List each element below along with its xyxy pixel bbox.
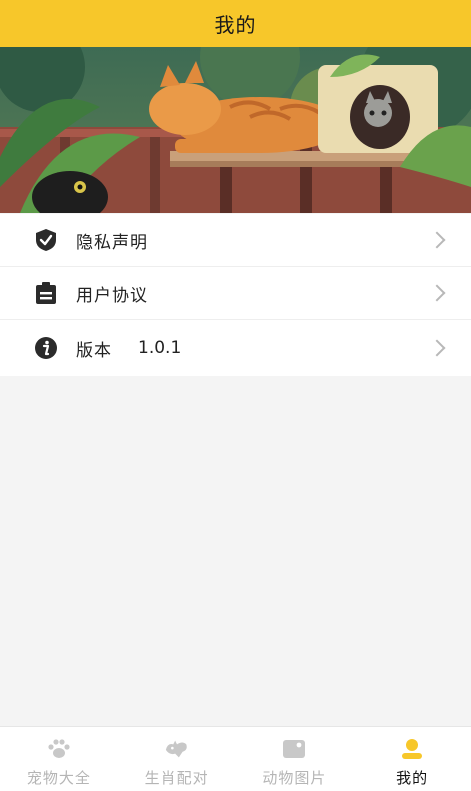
info-icon: [34, 336, 58, 360]
tab-label: 生肖配对: [144, 769, 209, 787]
menu-item-privacy[interactable]: 隐私声明: [0, 214, 471, 267]
tab-label: 动物图片: [262, 769, 327, 787]
page-title: 我的: [214, 13, 257, 37]
user-icon: [399, 737, 425, 761]
top-bar: 我的: [0, 0, 471, 47]
chevron-right-icon: [428, 284, 446, 302]
tab-animal-pictures[interactable]: 动物图片: [236, 727, 354, 791]
chevron-right-icon: [428, 231, 446, 249]
menu-item-label: 用户协议: [76, 285, 148, 306]
shield-check-icon: [34, 228, 58, 252]
menu-item-label: 隐私声明: [76, 232, 148, 253]
version-number: 1.0.1: [138, 338, 182, 358]
chevron-right-icon: [428, 339, 446, 357]
banner-image: [0, 47, 471, 213]
paw-icon: [46, 737, 72, 761]
picture-icon: [281, 737, 307, 761]
tab-mine[interactable]: 我的: [353, 727, 471, 791]
cat-illustration: [0, 47, 471, 213]
menu-item-label: 版本: [76, 340, 112, 361]
settings-menu: 隐私声明 用户协议 版本 1.0.1: [0, 214, 471, 376]
tab-label: 宠物大全: [26, 769, 91, 787]
app-root: 我的 隐私声明 用户协议 版本 1.0.1 宠物大全 生肖配对 动物图片 我的: [0, 0, 471, 791]
tab-label: 我的: [396, 769, 429, 787]
zodiac-icon: [164, 737, 190, 761]
menu-item-user-agreement[interactable]: 用户协议: [0, 267, 471, 320]
bottom-tab-bar: 宠物大全 生肖配对 动物图片 我的: [0, 726, 471, 791]
menu-item-version[interactable]: 版本 1.0.1: [0, 320, 471, 376]
clipboard-icon: [34, 281, 58, 305]
tab-zodiac-match[interactable]: 生肖配对: [118, 727, 236, 791]
tab-pet-encyclopedia[interactable]: 宠物大全: [0, 727, 118, 791]
